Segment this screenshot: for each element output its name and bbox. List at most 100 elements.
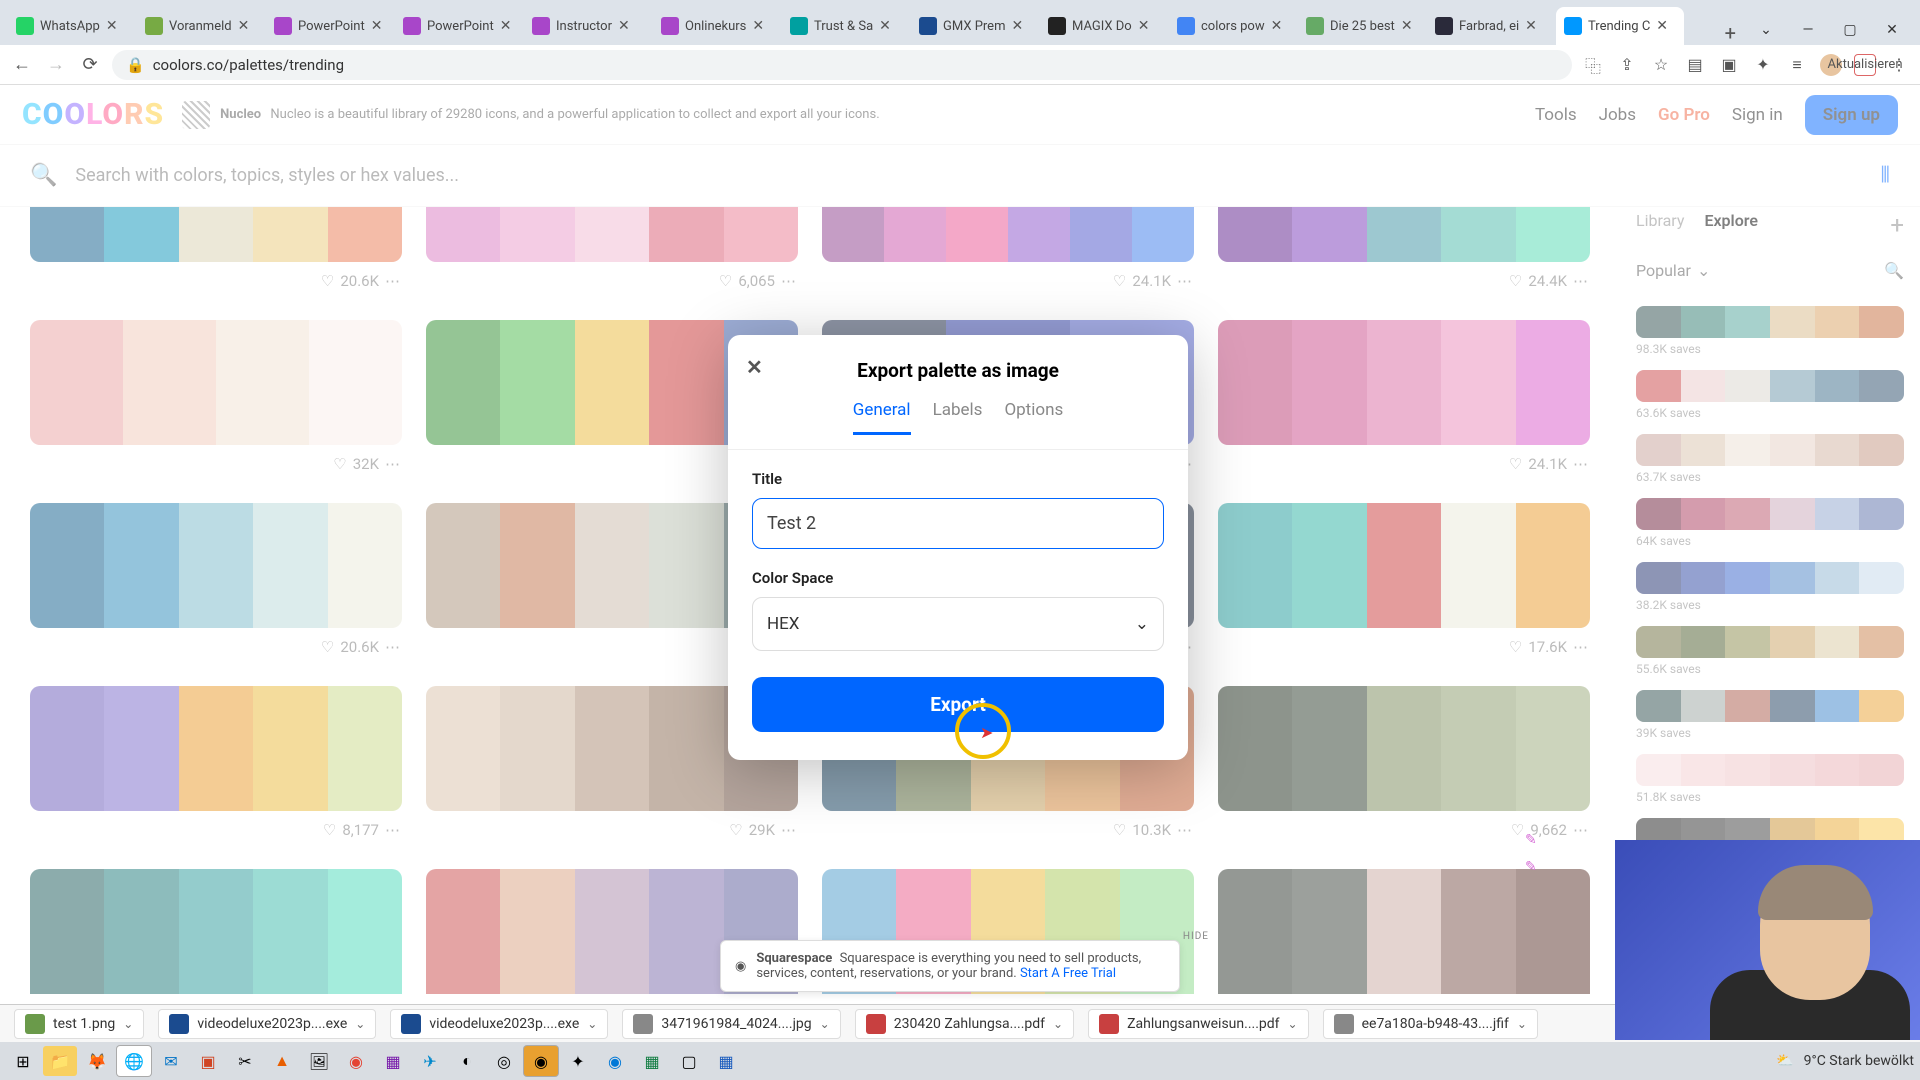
export-button[interactable]: Export <box>752 677 1164 732</box>
tab-close-icon[interactable]: ✕ <box>1525 18 1537 34</box>
tab-close-icon[interactable]: ✕ <box>238 18 250 34</box>
file-name: ee7a180a-b948-43....jfif <box>1362 1016 1509 1032</box>
title-input[interactable] <box>752 498 1164 549</box>
file-explorer-icon[interactable]: 📁 <box>43 1046 77 1076</box>
tab-close-icon[interactable]: ✕ <box>106 18 118 34</box>
new-tab-button[interactable]: + <box>1715 21 1746 45</box>
file-icon <box>633 1014 653 1034</box>
share-icon[interactable]: ⇪ <box>1616 54 1638 76</box>
browser-tab[interactable]: PowerPoint✕ <box>395 7 523 45</box>
app-icon[interactable]: ◎ <box>487 1046 521 1076</box>
modal-tab-options[interactable]: Options <box>1004 400 1063 435</box>
browser-tab[interactable]: Trending C ✕ <box>1556 7 1684 45</box>
browser-tab[interactable]: Onlinekurs✕ <box>653 7 781 45</box>
tab-close-icon[interactable]: ✕ <box>371 18 383 34</box>
tab-title: Trending C <box>1588 19 1650 34</box>
tab-close-icon[interactable]: ✕ <box>1138 18 1150 34</box>
vlc-icon[interactable]: ▲ <box>265 1046 299 1076</box>
favicon <box>1177 17 1195 35</box>
browser-tab[interactable]: WhatsApp✕ <box>8 7 136 45</box>
aktualisieren-button[interactable]: Aktualisieren <box>1854 54 1876 76</box>
browser-tab[interactable]: Die 25 best✕ <box>1298 7 1426 45</box>
modal-tab-general[interactable]: General <box>853 400 911 435</box>
close-icon[interactable]: ✕ <box>746 355 763 379</box>
word-icon[interactable]: ▦ <box>709 1046 743 1076</box>
maximize-button[interactable]: ▢ <box>1830 15 1870 45</box>
colorspace-select[interactable]: HEX ⌄ <box>752 597 1164 651</box>
edge-icon[interactable]: ◉ <box>598 1046 632 1076</box>
browser-tab[interactable]: MAGIX Do ✕ <box>1040 7 1168 45</box>
reader-icon[interactable]: ▤ <box>1684 54 1706 76</box>
chevron-down-icon[interactable]: ⌄ <box>1746 15 1786 45</box>
browser-tab[interactable]: Instructor✕ <box>524 7 652 45</box>
browser-tab[interactable]: Farbrad, ei✕ <box>1427 7 1555 45</box>
browser-tab[interactable]: Trust & Sa✕ <box>782 7 910 45</box>
forward-button[interactable]: → <box>44 53 68 77</box>
tab-close-icon[interactable]: ✕ <box>618 18 630 34</box>
browser-tab[interactable]: GMX Prem✕ <box>911 7 1039 45</box>
translate-icon[interactable]: ⿻ <box>1582 54 1604 76</box>
browser-tab[interactable]: PowerPoint✕ <box>266 7 394 45</box>
download-item[interactable]: ee7a180a-b948-43....jfif ⌄ <box>1323 1009 1538 1039</box>
ad-cta[interactable]: Start A Free Trial <box>1020 966 1116 981</box>
todoist-icon[interactable]: ◉ <box>339 1046 373 1076</box>
app-icon[interactable]: ◐ <box>450 1046 484 1076</box>
app-icon[interactable]: ✦ <box>561 1046 595 1076</box>
app-icon[interactable]: ▢ <box>672 1046 706 1076</box>
modal-title: Export palette as image <box>857 359 1059 382</box>
annotation-mark: ✎ <box>1525 832 1537 848</box>
ad-hide[interactable]: HIDE <box>1183 931 1209 942</box>
tab-close-icon[interactable]: ✕ <box>879 18 891 34</box>
chevron-down-icon[interactable]: ⌄ <box>587 1017 597 1031</box>
app-icon[interactable]: ◉ <box>524 1046 558 1076</box>
reload-button[interactable]: ⟳ <box>78 53 102 77</box>
extensions-icon[interactable]: ✦ <box>1752 54 1774 76</box>
excel-icon[interactable]: ▦ <box>635 1046 669 1076</box>
kebab-icon[interactable]: ⋮ <box>1888 54 1910 76</box>
minimize-button[interactable]: — <box>1788 15 1828 45</box>
ad-banner[interactable]: ◉ Squarespace Squarespace is everything … <box>720 940 1180 992</box>
tab-close-icon[interactable]: ✕ <box>1011 18 1023 34</box>
file-name: 230420 Zahlungsa....pdf <box>894 1016 1045 1032</box>
annotation-mark: ✎ <box>1525 859 1537 875</box>
chevron-down-icon[interactable]: ⌄ <box>355 1017 365 1031</box>
download-item[interactable]: videodeluxe2023p....exe⌄ <box>390 1009 608 1039</box>
download-item[interactable]: videodeluxe2023p....exe⌄ <box>158 1009 376 1039</box>
download-item[interactable]: 230420 Zahlungsa....pdf ⌄ <box>855 1009 1074 1039</box>
start-button[interactable]: ⊞ <box>6 1046 40 1076</box>
tab-close-icon[interactable]: ✕ <box>1401 18 1413 34</box>
download-item[interactable]: 3471961984_4024....jpg⌄ <box>622 1009 840 1039</box>
photos-icon[interactable]: 🖼 <box>302 1046 336 1076</box>
favicon <box>919 17 937 35</box>
menu-icon[interactable]: ≡ <box>1786 54 1808 76</box>
tab-close-icon[interactable]: ✕ <box>1271 18 1283 34</box>
close-window-button[interactable]: ✕ <box>1872 15 1912 45</box>
bookmark-icon[interactable]: ☆ <box>1650 54 1672 76</box>
tab-close-icon[interactable]: ✕ <box>1656 18 1668 34</box>
tab-title: colors pow <box>1201 19 1265 34</box>
firefox-icon[interactable]: 🦊 <box>80 1046 114 1076</box>
browser-tab[interactable]: Voranmeld✕ <box>137 7 265 45</box>
chevron-down-icon[interactable]: ⌄ <box>820 1017 830 1031</box>
weather-icon[interactable]: ⛅ <box>1776 1053 1793 1069</box>
chrome-icon[interactable]: 🌐 <box>117 1046 151 1076</box>
modal-tab-labels[interactable]: Labels <box>933 400 983 435</box>
tab-close-icon[interactable]: ✕ <box>752 18 764 34</box>
snip-icon[interactable]: ✂ <box>228 1046 262 1076</box>
chevron-down-icon[interactable]: ⌄ <box>1053 1017 1063 1031</box>
download-item[interactable]: test 1.png⌄ <box>14 1009 144 1039</box>
telegram-icon[interactable]: ✈ <box>413 1046 447 1076</box>
chevron-down-icon[interactable]: ⌄ <box>123 1017 133 1031</box>
tab-title: MAGIX Do <box>1072 19 1132 34</box>
url-field[interactable]: 🔒 coolors.co/palettes/trending <box>112 50 1572 80</box>
onenote-icon[interactable]: ▦ <box>376 1046 410 1076</box>
chevron-down-icon[interactable]: ⌄ <box>1288 1017 1298 1031</box>
chevron-down-icon[interactable]: ⌄ <box>1517 1017 1527 1031</box>
back-button[interactable]: ← <box>10 53 34 77</box>
tab-close-icon[interactable]: ✕ <box>500 18 512 34</box>
browser-tab[interactable]: colors pow ✕ <box>1169 7 1297 45</box>
play-icon[interactable]: ▣ <box>1718 54 1740 76</box>
outlook-icon[interactable]: ✉ <box>154 1046 188 1076</box>
powerpoint-icon[interactable]: ▣ <box>191 1046 225 1076</box>
download-item[interactable]: Zahlungsanweisun....pdf⌄ <box>1088 1009 1308 1039</box>
